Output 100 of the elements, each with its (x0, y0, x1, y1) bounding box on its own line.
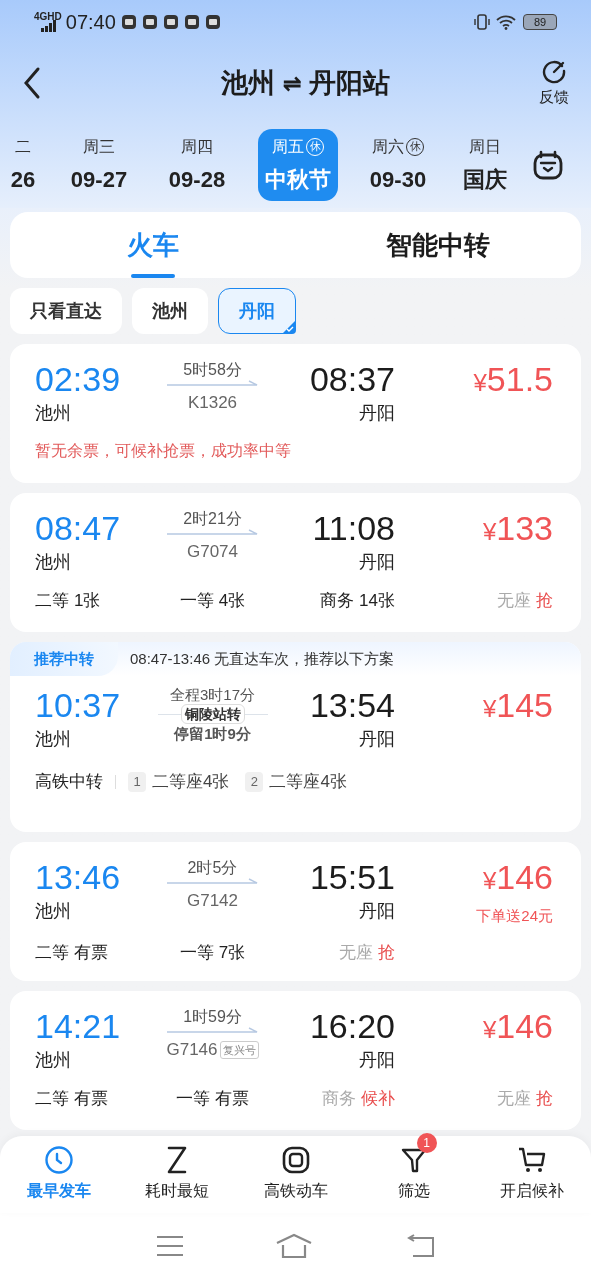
arrival-station: 丹阳 (359, 900, 395, 923)
seat-availability: 二等 有票 (35, 941, 108, 964)
calendar-icon (532, 149, 564, 181)
route-type: 高铁中转 (35, 771, 103, 793)
arrival-time: 08:37 (309, 360, 395, 398)
back-icon (22, 66, 42, 100)
date-tab[interactable]: 周三 09-27 (50, 129, 148, 201)
train-card[interactable]: 推荐中转 08:47-13:46 无直达车次，推荐以下方案 10:37 池州 全程3时17分 铜陵站转 停留1时9分 13:54 丹阳 ¥145 高铁中转 1 二等座4张 2 二等座4张 (10, 642, 581, 832)
sort-tab[interactable]: 高铁动车 (236, 1133, 355, 1204)
ticket-price: ¥146 (482, 1007, 553, 1047)
notification-icon (204, 14, 221, 30)
weekday-label: 周五 (272, 136, 304, 157)
train-number: G7074 (186, 541, 238, 563)
departure-station: 池州 (35, 900, 72, 923)
signal-icon (40, 20, 57, 32)
seat-availability: 二等 1张 (35, 590, 101, 612)
transfer-tag: 推荐中转 (10, 642, 118, 676)
mode-tab[interactable]: 火车 (10, 212, 296, 278)
arrival-station: 丹阳 (359, 402, 395, 425)
sort-tab[interactable]: 最早发车 (0, 1133, 119, 1204)
notification-icon (120, 14, 137, 30)
square-icon (280, 1145, 311, 1176)
swap-icon[interactable]: ⇌ (283, 66, 301, 100)
seat-availability: 无座 抢 (339, 941, 395, 964)
transfer-station: 铜陵站转 (180, 704, 245, 724)
train-number: G7146 (166, 1039, 218, 1061)
wifi-icon (496, 14, 516, 30)
date-label: 09-27 (70, 165, 128, 194)
home-icon[interactable] (275, 1233, 314, 1260)
seat-availability: 商务 候补 (322, 1088, 395, 1110)
date-label: 中秋节 (265, 165, 331, 194)
network-label: 4GHD (34, 12, 62, 22)
clock-time: 07:40 (65, 10, 116, 35)
sort-tab[interactable]: 筛选 1 (354, 1133, 473, 1204)
arrival-time: 13:54 (309, 686, 395, 724)
seat-availability: 二等 有票 (35, 1088, 108, 1110)
ticket-price: ¥133 (482, 509, 553, 549)
leg-seats: 二等座4张 (269, 769, 347, 795)
availability-notice: 暂无余票，可候补抢票，成功率中等 (35, 441, 292, 461)
ticket-price: ¥146 (482, 858, 553, 898)
trip-duration: 2时21分 (183, 509, 242, 529)
mode-tab[interactable]: 智能中转 (295, 212, 581, 278)
transfer-summary: 08:47-13:46 无直达车次，推荐以下方案 (130, 648, 395, 669)
arrival-time: 11:08 (312, 509, 395, 547)
date-tab[interactable]: 二 26 (0, 129, 50, 201)
departure-time: 02:39 (35, 360, 122, 398)
back-icon[interactable] (405, 1234, 436, 1259)
arrival-station: 丹阳 (359, 1049, 395, 1072)
date-label: 09-28 (168, 165, 226, 194)
filter-chip[interactable]: 池州 (132, 288, 208, 334)
train-number: G7142 (186, 890, 238, 912)
weekday-label: 周六 (372, 136, 404, 157)
departure-station: 池州 (35, 551, 72, 574)
seat-availability: 一等 4张 (179, 590, 246, 612)
leg-seats: 二等座4张 (152, 769, 230, 795)
promo-label: 下单送24元 (476, 906, 553, 926)
seat-availability: 一等 7张 (179, 941, 246, 964)
ticket-price: ¥145 (482, 686, 553, 726)
weekday-label: 二 (15, 136, 31, 157)
arrival-time: 15:51 (309, 858, 395, 896)
arrival-station: 丹阳 (359, 551, 395, 574)
vibrate-icon (473, 13, 491, 31)
notification-icon (183, 14, 200, 30)
departure-station: 池州 (35, 1049, 72, 1072)
seat-availability: 无座 抢 (497, 1088, 553, 1110)
train-card[interactable]: 14:21 池州 1时59分 G7146 复兴号 16:20 丹阳 ¥146 二等 有票 一等 有票 商务 候补 无座 抢 (10, 991, 581, 1130)
weekday-label: 周三 (83, 136, 115, 157)
menu-icon[interactable] (155, 1235, 184, 1258)
train-card[interactable]: 08:47 池州 2时21分 G7074 11:08 丹阳 ¥133 二等 1张 一等 4张 商务 14张 无座 抢 (10, 493, 581, 632)
trip-duration: 5时58分 (183, 360, 242, 380)
train-card[interactable]: 02:39 池州 5时58分 K1326 08:37 丹阳 ¥51.5 暂无余票，可候补抢票，成功率中等 (10, 344, 581, 483)
departure-station: 池州 (35, 728, 72, 751)
trip-duration: 1时59分 (183, 1007, 242, 1027)
leg-number: 2 (245, 771, 264, 792)
date-tab[interactable]: 周四 09-28 (148, 129, 246, 201)
date-tab[interactable]: 周日 国庆 (446, 129, 508, 201)
trip-duration: 2时5分 (187, 858, 238, 878)
notification-icon (162, 14, 179, 30)
arrival-station: 丹阳 (359, 728, 395, 751)
seat-availability: 商务 14张 (320, 590, 395, 612)
weekday-label: 周四 (181, 136, 213, 157)
train-card[interactable]: 13:46 池州 2时5分 G7142 15:51 丹阳 ¥146 下单送24元 二等 有票 一等 7张 无座 抢 (10, 842, 581, 981)
battery-icon: 89 (523, 14, 557, 30)
clock-icon (44, 1145, 75, 1176)
departure-time: 08:47 (35, 509, 122, 547)
arrival-time: 16:20 (309, 1007, 395, 1045)
departure-time: 14:21 (35, 1007, 122, 1045)
date-label: 国庆 (463, 165, 507, 194)
sort-tab[interactable]: 耗时最短 (118, 1133, 237, 1204)
date-tab[interactable]: 周六 休 09-30 (350, 129, 446, 201)
feedback-button[interactable]: 反馈 (539, 57, 569, 109)
train-type-badge: 复兴号 (219, 1040, 259, 1059)
train-number: K1326 (187, 392, 238, 414)
calendar-button[interactable] (531, 148, 565, 182)
weekday-label: 周日 (469, 136, 501, 157)
destination-station: 丹阳站 (309, 66, 390, 100)
count-badge: 1 (416, 1133, 437, 1154)
filter-chip[interactable]: 只看直达 (10, 288, 122, 334)
leg-number: 1 (128, 771, 146, 792)
sort-tab[interactable]: 开启候补 (472, 1133, 591, 1204)
